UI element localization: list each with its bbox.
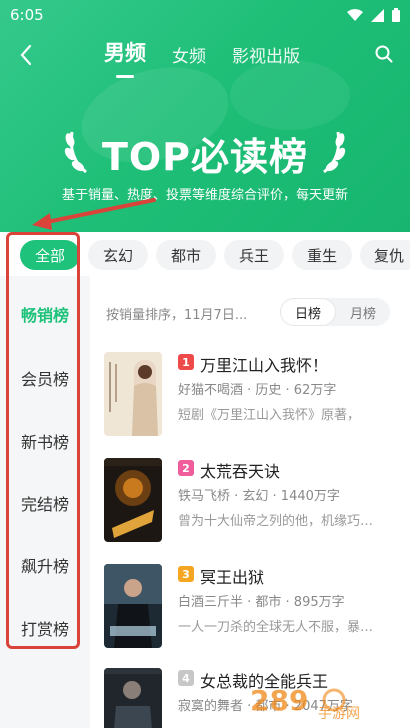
book-meta: 铁马飞桥 · 玄幻 · 1440万字: [178, 489, 340, 504]
chevron-left-icon: [20, 44, 32, 66]
book-desc: 短剧《万里江山入我怀》原著，: [178, 408, 361, 423]
svg-text:手游网: 手游网: [318, 706, 360, 722]
sort-description: 按销量排序，11月7日...: [106, 308, 248, 323]
tab-male[interactable]: 男频: [104, 37, 146, 78]
battery-icon: [392, 8, 400, 22]
rank-badge: 1: [178, 354, 194, 370]
sidebar-item-tips[interactable]: 打赏榜: [0, 616, 90, 640]
rank-badge: 2: [178, 460, 194, 476]
chip-rebirth[interactable]: 重生: [292, 240, 352, 270]
back-button[interactable]: [14, 42, 38, 68]
book-title: 冥王出狱: [200, 568, 265, 587]
period-toggle: 日榜 月榜: [280, 298, 390, 326]
sidebar-item-member[interactable]: 会员榜: [0, 366, 90, 390]
book-desc: 曾为十大仙帝之列的他，机缘巧…: [178, 514, 374, 529]
book-cover: [104, 352, 162, 436]
rank-badge: 3: [178, 566, 194, 582]
book-cover: [104, 668, 162, 728]
laurel-right-icon: [323, 131, 346, 174]
sidebar-item-new[interactable]: 新书榜: [0, 429, 90, 453]
book-cover: [104, 458, 162, 542]
book-cover: [104, 564, 162, 648]
book-item[interactable]: 2 太荒吞天诀 铁马飞桥 · 玄幻 · 1440万字 曾为十大仙帝之列的他，机缘…: [104, 458, 404, 552]
banner-title: TOP必读榜: [101, 135, 309, 179]
rank-badge: 4: [178, 670, 194, 686]
annotation-arrow-icon: [32, 198, 156, 230]
chip-soldier[interactable]: 兵王: [224, 240, 284, 270]
signal-icon: [371, 8, 384, 22]
chip-fantasy[interactable]: 玄幻: [88, 240, 148, 270]
sidebar-item-completed[interactable]: 完结榜: [0, 491, 90, 515]
search-button[interactable]: [374, 44, 394, 68]
book-item[interactable]: 3 冥王出狱 白酒三斤半 · 都市 · 895万字 一人一刀杀的全球无人不服，暴…: [104, 564, 404, 658]
status-time: 6:05: [10, 6, 44, 24]
book-list-panel: 按销量排序，11月7日... 日榜 月榜 1 万里江山入我怀！ 好猫不喝酒 · …: [90, 276, 410, 728]
sidebar-item-bestseller[interactable]: 畅销榜: [0, 302, 90, 326]
status-bar: 6:05: [0, 0, 410, 30]
book-desc: 一人一刀杀的全球无人不服，暴…: [178, 620, 374, 635]
tab-female[interactable]: 女频: [172, 42, 206, 70]
top-nav: 男频 女频 影视出版: [0, 37, 410, 78]
book-meta: 好猫不喝酒 · 历史 · 62万字: [178, 383, 337, 398]
svg-text:289: 289: [250, 684, 308, 717]
wifi-icon: [347, 8, 363, 21]
search-icon: [375, 45, 393, 63]
chip-urban[interactable]: 都市: [156, 240, 216, 270]
toggle-daily[interactable]: 日榜: [280, 298, 336, 326]
category-chips: 全部 玄幻 都市 兵王 重生 复仇: [0, 232, 410, 276]
banner-title-wrap: TOP必读榜: [0, 126, 410, 181]
chip-all[interactable]: 全部: [20, 240, 80, 270]
watermark-logo: 289 手游网: [246, 680, 396, 722]
book-title: 太荒吞天诀: [200, 462, 281, 481]
status-icons: [347, 8, 400, 22]
book-title: 万里江山入我怀！: [200, 356, 329, 375]
sidebar-item-rising[interactable]: 飙升榜: [0, 553, 90, 577]
header-decoration: [230, 60, 350, 130]
toggle-monthly[interactable]: 月榜: [336, 298, 390, 326]
tab-film-publishing[interactable]: 影视出版: [232, 42, 300, 70]
book-meta: 白酒三斤半 · 都市 · 895万字: [178, 595, 345, 610]
channel-tabs: 男频 女频 影视出版: [104, 37, 300, 78]
rank-sidebar: 畅销榜 会员榜 新书榜 完结榜 飙升榜 打赏榜: [0, 276, 90, 728]
chip-revenge[interactable]: 复仇: [360, 240, 410, 270]
book-item[interactable]: 1 万里江山入我怀！ 好猫不喝酒 · 历史 · 62万字 短剧《万里江山入我怀》…: [104, 352, 404, 446]
